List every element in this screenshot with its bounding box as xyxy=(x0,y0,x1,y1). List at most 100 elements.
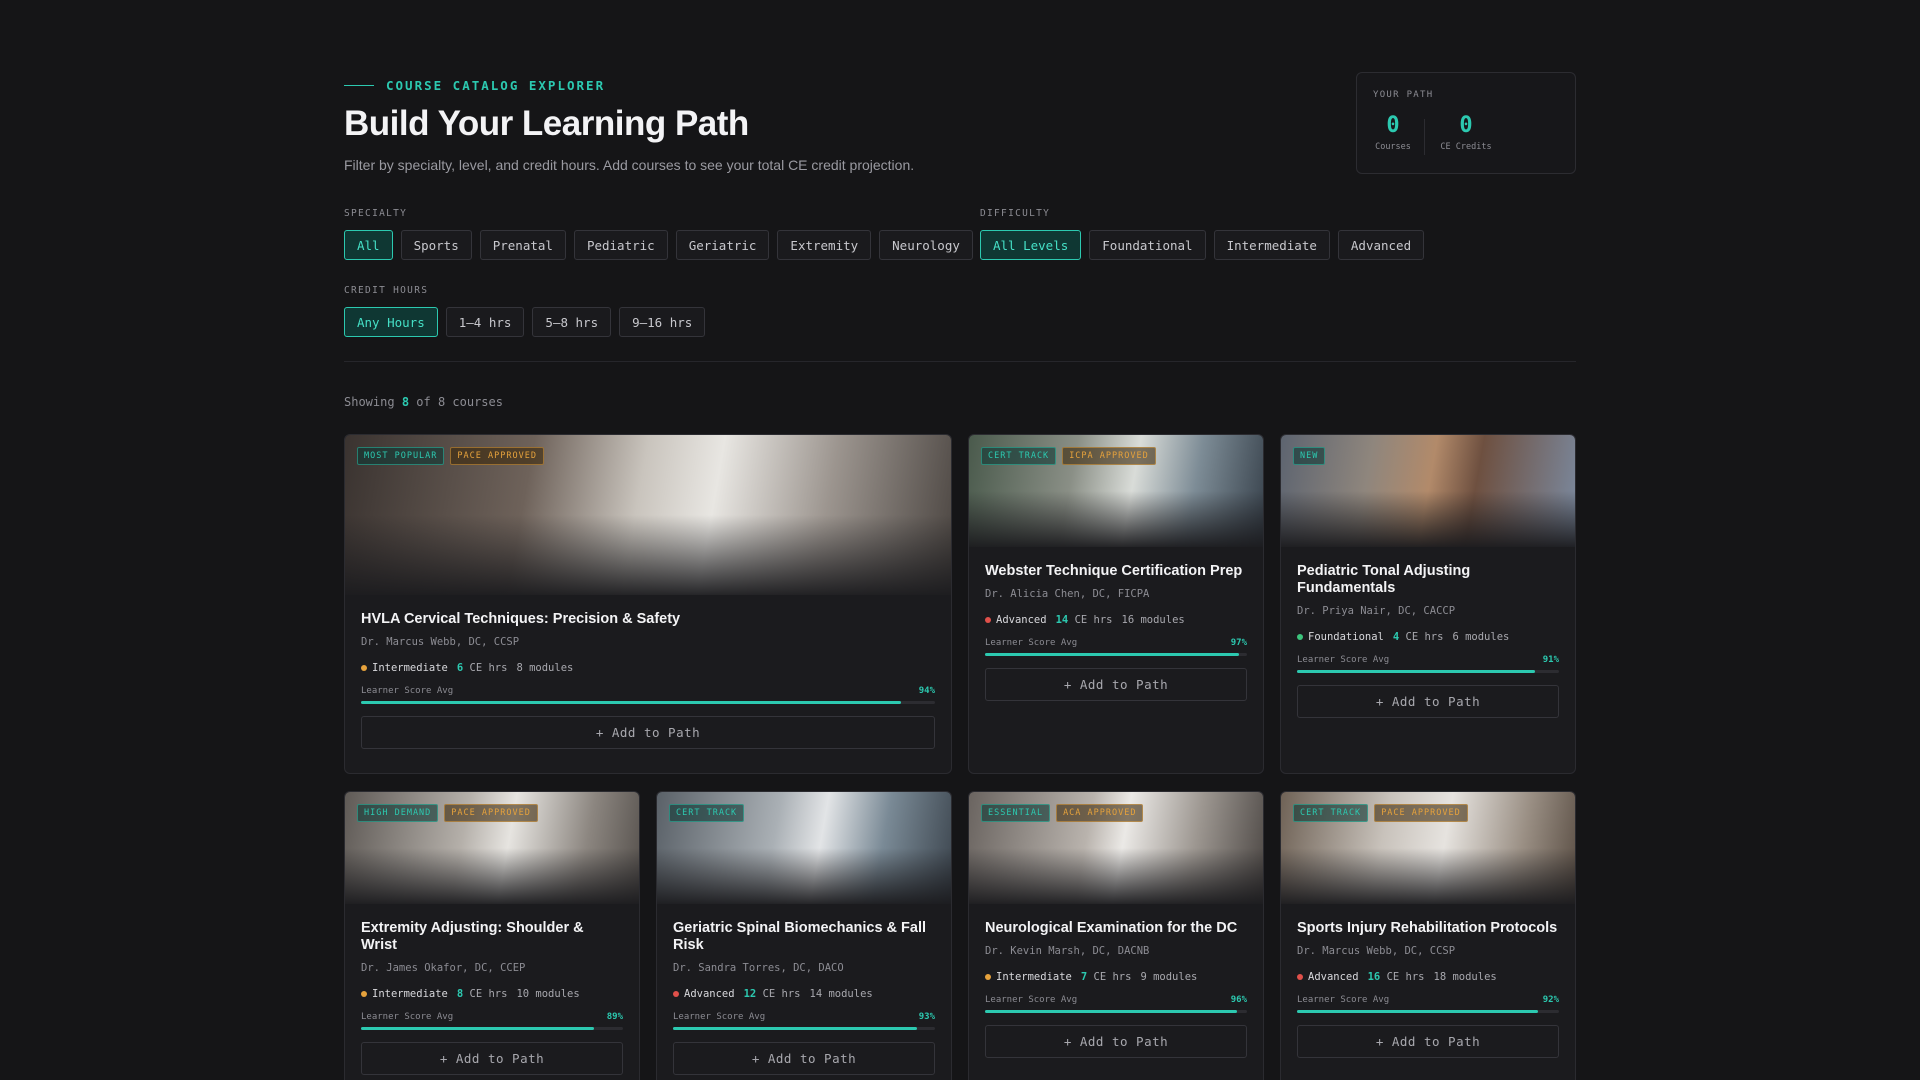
course-modules: 9 modules xyxy=(1140,971,1198,983)
chip-specialty-geriatric[interactable]: Geriatric xyxy=(675,230,770,260)
course-badge: PACE APPROVED xyxy=(450,447,544,465)
level-dot-icon xyxy=(361,991,367,997)
score-value: 93% xyxy=(918,1012,935,1022)
course-body: HVLA Cervical Techniques: Precision & Sa… xyxy=(361,611,935,749)
course-instructor: Dr. Marcus Webb, DC, CCSP xyxy=(1297,945,1456,957)
level-dot-icon xyxy=(1297,634,1303,640)
add-to-path-button[interactable]: + Add to Path xyxy=(361,716,935,749)
score-row: Learner Score Avg 92% xyxy=(1297,995,1559,1005)
difficulty-filters: All Levels Foundational Intermediate Adv… xyxy=(980,230,1425,260)
score-bar xyxy=(673,1027,935,1030)
chip-difficulty-advanced[interactable]: Advanced xyxy=(1337,230,1425,260)
chip-difficulty-intermediate[interactable]: Intermediate xyxy=(1213,230,1330,260)
path-label: YOUR PATH xyxy=(1373,90,1434,100)
course-body: Geriatric Spinal Biomechanics & Fall Ris… xyxy=(673,920,935,1075)
stat-divider xyxy=(1424,119,1425,155)
level-dot-icon xyxy=(985,974,991,980)
course-ce-hours: 12 xyxy=(743,988,757,1000)
score-bar xyxy=(361,701,935,704)
credits-count: 0 xyxy=(1459,113,1473,138)
course-meta: Intermediate 6 CE hrs 8 modules xyxy=(361,662,935,674)
course-card[interactable]: CERT TRACK ICPA APPROVED Webster Techniqu… xyxy=(968,434,1264,774)
score-value: 91% xyxy=(1542,655,1559,665)
course-badge: ICPA APPROVED xyxy=(1062,447,1156,465)
course-ce-unit: CE hrs xyxy=(762,988,801,1000)
course-badges: NEW xyxy=(1293,447,1326,465)
add-to-path-button[interactable]: + Add to Path xyxy=(985,1025,1247,1058)
course-title: Geriatric Spinal Biomechanics & Fall Ris… xyxy=(673,920,927,953)
score-bar-fill xyxy=(673,1027,917,1030)
score-bar-fill xyxy=(361,701,901,704)
chip-specialty-neurology[interactable]: Neurology xyxy=(879,230,973,260)
chip-specialty-pediatric[interactable]: Pediatric xyxy=(573,230,668,260)
eyebrow-text: COURSE CATALOG EXPLORER xyxy=(386,78,606,93)
chip-hours-5-8[interactable]: 5–8 hrs xyxy=(532,307,612,337)
score-label: Learner Score Avg xyxy=(361,686,454,696)
course-body: Sports Injury Rehabilitation Protocols D… xyxy=(1297,920,1559,1058)
hours-label: CREDIT HOURS xyxy=(344,285,429,296)
course-card[interactable]: HIGH DEMAND PACE APPROVED Extremity Adjus… xyxy=(344,791,640,1080)
course-title: Pediatric Tonal Adjusting Fundamentals xyxy=(1297,563,1471,596)
courses-label: Courses xyxy=(1375,142,1411,152)
add-to-path-button[interactable]: + Add to Path xyxy=(1297,685,1559,718)
score-label: Learner Score Avg xyxy=(985,638,1078,648)
course-card[interactable]: CERT TRACK PACE APPROVED Sports Injury Re… xyxy=(1280,791,1576,1080)
level-dot-icon xyxy=(361,665,367,671)
course-body: Extremity Adjusting: Shoulder & Wrist Dr… xyxy=(361,920,623,1075)
chip-hours-1-4[interactable]: 1–4 hrs xyxy=(445,307,525,337)
page-subtitle: Filter by specialty, level, and credit h… xyxy=(344,157,915,173)
score-bar xyxy=(361,1027,623,1030)
score-bar-fill xyxy=(985,653,1240,656)
course-ce-unit: CE hrs xyxy=(1386,971,1425,983)
course-card[interactable]: ESSENTIAL ACA APPROVED Neurological Exami… xyxy=(968,791,1264,1080)
course-ce-hours: 16 xyxy=(1367,971,1381,983)
score-bar-fill xyxy=(361,1027,595,1030)
course-ce-unit: CE hrs xyxy=(1074,614,1113,626)
course-level: Advanced xyxy=(996,614,1047,626)
course-card[interactable]: CERT TRACK Geriatric Spinal Biomechanics… xyxy=(656,791,952,1080)
chip-difficulty-foundational[interactable]: Foundational xyxy=(1089,230,1206,260)
courses-stat: 0 Courses xyxy=(1373,113,1413,152)
chip-hours-any[interactable]: Any Hours xyxy=(344,307,438,337)
score-value: 94% xyxy=(918,686,935,696)
score-row: Learner Score Avg 93% xyxy=(673,1012,935,1022)
course-modules: 10 modules xyxy=(516,988,580,1000)
course-instructor: Dr. Sandra Torres, DC, DACO xyxy=(673,962,844,974)
course-level: Advanced xyxy=(1308,971,1359,983)
chip-specialty-extremity[interactable]: Extremity xyxy=(777,230,872,260)
add-to-path-button[interactable]: + Add to Path xyxy=(361,1042,623,1075)
score-label: Learner Score Avg xyxy=(1297,655,1390,665)
level-dot-icon xyxy=(673,991,679,997)
course-badge: PACE APPROVED xyxy=(444,804,538,822)
course-ce-unit: CE hrs xyxy=(1405,631,1444,643)
add-to-path-button[interactable]: + Add to Path xyxy=(985,668,1247,701)
add-to-path-button[interactable]: + Add to Path xyxy=(673,1042,935,1075)
level-dot-icon xyxy=(985,617,991,623)
course-badges: CERT TRACK PACE APPROVED xyxy=(1293,804,1468,822)
credits-label: CE Credits xyxy=(1440,142,1492,152)
course-card[interactable]: MOST POPULAR PACE APPROVED HVLA Cervical … xyxy=(344,434,952,774)
course-modules: 8 modules xyxy=(516,662,574,674)
showing-suffix: of 8 courses xyxy=(416,395,503,409)
course-title: Sports Injury Rehabilitation Protocols xyxy=(1297,920,1558,936)
course-meta: Advanced 12 CE hrs 14 modules xyxy=(673,988,935,1000)
course-badges: CERT TRACK ICPA APPROVED xyxy=(981,447,1156,465)
course-card[interactable]: NEW Pediatric Tonal Adjusting Fundamenta… xyxy=(1280,434,1576,774)
course-meta: Intermediate 8 CE hrs 10 modules xyxy=(361,988,623,1000)
chip-specialty-all[interactable]: All xyxy=(344,230,393,260)
course-badges: MOST POPULAR PACE APPROVED xyxy=(357,447,544,465)
score-value: 92% xyxy=(1542,995,1559,1005)
chip-hours-9-16[interactable]: 9–16 hrs xyxy=(619,307,706,337)
course-instructor: Dr. Alicia Chen, DC, FICPA xyxy=(985,588,1150,600)
course-instructor: Dr. Priya Nair, DC, CACCP xyxy=(1297,605,1456,617)
add-to-path-button[interactable]: + Add to Path xyxy=(1297,1025,1559,1058)
course-level: Intermediate xyxy=(372,988,448,1000)
chip-difficulty-all[interactable]: All Levels xyxy=(980,230,1082,260)
courses-count: 0 xyxy=(1386,113,1400,138)
course-ce-hours: 7 xyxy=(1080,971,1088,983)
course-instructor: Dr. Kevin Marsh, DC, DACNB xyxy=(985,945,1150,957)
course-badge: ACA APPROVED xyxy=(1056,804,1144,822)
chip-specialty-sports[interactable]: Sports xyxy=(400,230,472,260)
course-level: Foundational xyxy=(1308,631,1384,643)
chip-specialty-prenatal[interactable]: Prenatal xyxy=(479,230,566,260)
